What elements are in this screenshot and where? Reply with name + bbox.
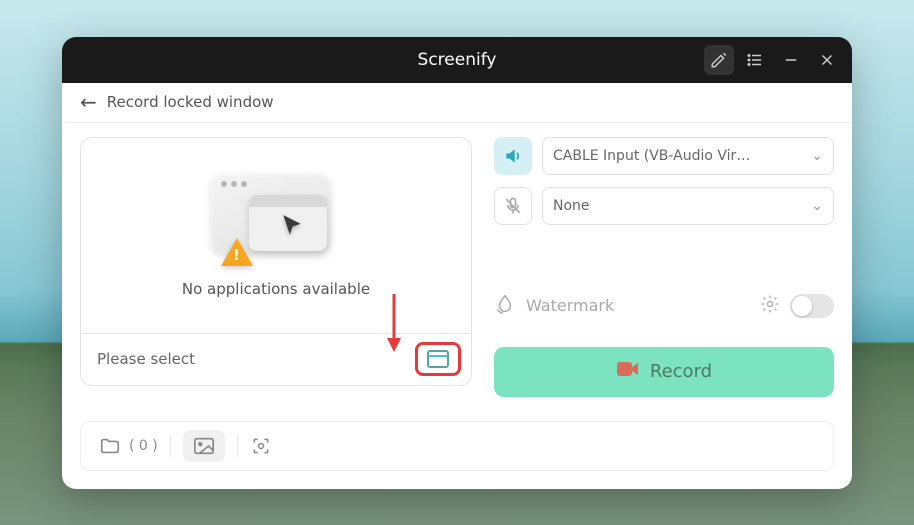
watermark-settings-button[interactable]: [760, 294, 780, 318]
window-cursor-illustration: [211, 173, 341, 268]
app-title: Screenify: [418, 50, 497, 70]
preview-empty-text: No applications available: [182, 280, 370, 298]
back-button[interactable]: ←: [80, 90, 97, 114]
subheader-title: Record locked window: [107, 93, 274, 111]
microphone-muted-icon[interactable]: [494, 187, 532, 225]
app-window: Screenify ← Record locked window: [62, 37, 852, 489]
image-button[interactable]: [183, 430, 225, 462]
divider: [170, 435, 171, 457]
close-button[interactable]: [812, 45, 842, 75]
titlebar-actions: [704, 45, 842, 75]
speaker-icon[interactable]: [494, 137, 532, 175]
edit-button[interactable]: [704, 45, 734, 75]
system-audio-dropdown[interactable]: CABLE Input (VB-Audio Virtual Cabl... ⌄: [542, 137, 834, 175]
preview-card: No applications available Please select: [80, 137, 472, 386]
titlebar: Screenify: [62, 37, 852, 83]
left-column: No applications available Please select: [80, 137, 472, 397]
bottom-toolbar: ( 0 ): [80, 421, 834, 471]
system-audio-row: CABLE Input (VB-Audio Virtual Cabl... ⌄: [494, 137, 834, 175]
watermark-toggle[interactable]: [790, 294, 834, 318]
subheader: ← Record locked window: [62, 83, 852, 123]
microphone-value: None: [553, 198, 590, 214]
folder-count: ( 0 ): [129, 438, 158, 454]
minimize-button[interactable]: [776, 45, 806, 75]
menu-button[interactable]: [740, 45, 770, 75]
system-audio-value: CABLE Input (VB-Audio Virtual Cabl...: [553, 148, 753, 164]
watermark-row: Watermark: [494, 293, 834, 319]
preview-area: No applications available: [81, 138, 471, 333]
warning-icon: [221, 238, 253, 266]
droplet-icon: [494, 293, 516, 319]
select-placeholder: Please select: [97, 350, 195, 368]
divider: [237, 435, 238, 457]
watermark-label: Watermark: [526, 296, 614, 315]
camera-icon: [616, 359, 640, 384]
content: No applications available Please select: [62, 123, 852, 407]
window-select-row[interactable]: Please select: [81, 333, 471, 385]
right-column: CABLE Input (VB-Audio Virtual Cabl... ⌄ …: [494, 137, 834, 397]
microphone-row: None ⌄: [494, 187, 834, 225]
folder-button[interactable]: ( 0 ): [99, 436, 158, 456]
select-window-button[interactable]: [415, 342, 461, 376]
focus-button[interactable]: [250, 436, 272, 456]
record-label: Record: [650, 361, 712, 382]
chevron-down-icon: ⌄: [811, 148, 823, 164]
record-button[interactable]: Record: [494, 347, 834, 397]
microphone-dropdown[interactable]: None ⌄: [542, 187, 834, 225]
chevron-down-icon: ⌄: [811, 198, 823, 214]
